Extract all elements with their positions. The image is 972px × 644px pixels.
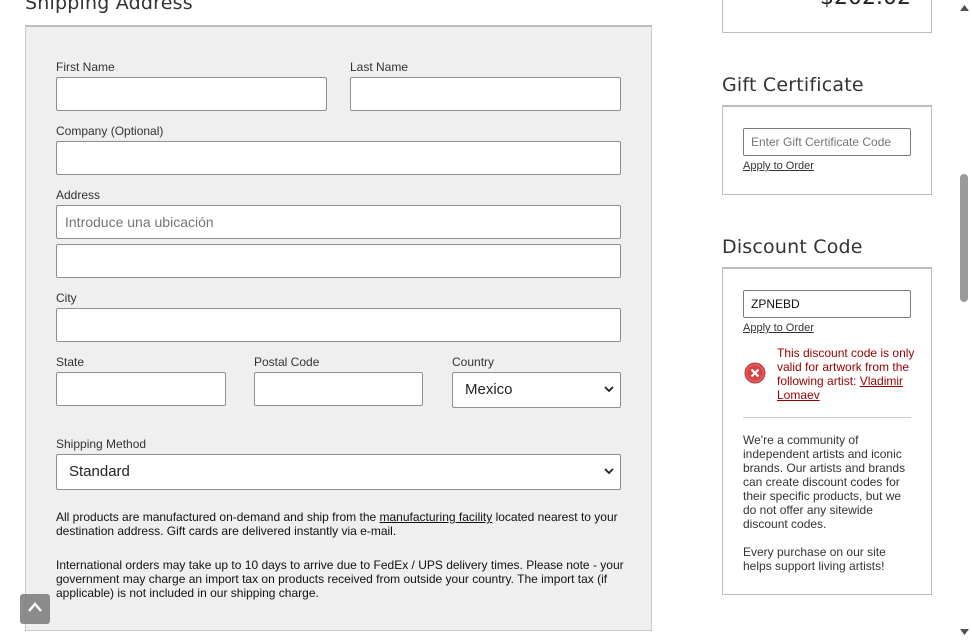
discount-code-value: ZPNEBD <box>751 297 800 311</box>
shipping-heading: Shipping Address <box>25 0 193 14</box>
order-total: $202.02 <box>820 0 911 10</box>
error-icon <box>744 362 766 384</box>
international-note: International orders may take up to 10 d… <box>56 558 624 600</box>
company-label: Company (Optional) <box>56 124 164 138</box>
gift-certificate-heading: Gift Certificate <box>722 74 864 96</box>
first-name-label: First Name <box>56 60 115 74</box>
discount-code-input[interactable]: ZPNEBD <box>743 290 911 318</box>
address-line1-input[interactable]: Introduce una ubicación <box>56 205 621 239</box>
last-name-input[interactable] <box>350 77 621 111</box>
state-input[interactable] <box>56 372 226 406</box>
country-value: Mexico <box>465 381 513 398</box>
shipping-note: All products are manufactured on-demand … <box>56 510 626 538</box>
first-name-input[interactable] <box>56 77 327 111</box>
discount-code-heading: Discount Code <box>722 236 863 258</box>
gift-certificate-placeholder: Enter Gift Certificate Code <box>751 135 892 149</box>
country-label: Country <box>452 355 495 369</box>
page-scrollbar[interactable] <box>956 0 972 644</box>
shipping-method-select[interactable]: Standard <box>56 454 621 490</box>
discount-info-text: We're a community of independent artists… <box>743 433 906 531</box>
postal-code-input[interactable] <box>254 372 423 406</box>
discount-info-text-2: Every purchase on our site helps support… <box>743 545 886 573</box>
manufacturing-facility-link[interactable]: manufacturing facility <box>380 510 493 524</box>
gift-certificate-input[interactable]: Enter Gift Certificate Code <box>743 128 911 156</box>
scroll-up-icon[interactable] <box>960 5 969 11</box>
scrollbar-thumb[interactable] <box>960 174 968 302</box>
address-placeholder: Introduce una ubicación <box>65 214 214 230</box>
scroll-down-icon[interactable] <box>960 629 969 635</box>
discount-error-message: This discount code is only valid for art… <box>777 346 917 402</box>
postal-code-label: Postal Code <box>254 355 320 369</box>
order-summary-box: $202.02 <box>722 0 932 33</box>
shipping-method-value: Standard <box>69 463 130 480</box>
scroll-to-top-button[interactable] <box>20 594 50 624</box>
chevron-up-icon <box>28 602 42 612</box>
shipping-method-label: Shipping Method <box>56 437 147 451</box>
shipping-note-text: All products are manufactured on-demand … <box>56 510 380 524</box>
divider <box>743 417 911 418</box>
state-label: State <box>56 355 85 369</box>
chevron-down-icon <box>604 373 614 393</box>
address-label: Address <box>56 188 101 202</box>
country-select[interactable]: Mexico <box>452 372 621 408</box>
last-name-label: Last Name <box>350 60 409 74</box>
company-input[interactable] <box>56 141 621 175</box>
apply-gift-certificate-link[interactable]: Apply to Order <box>743 160 814 172</box>
address-line2-input[interactable] <box>56 244 621 278</box>
chevron-down-icon <box>604 455 614 475</box>
city-label: City <box>56 291 77 305</box>
apply-discount-code-link[interactable]: Apply to Order <box>743 322 814 334</box>
city-input[interactable] <box>56 308 621 342</box>
